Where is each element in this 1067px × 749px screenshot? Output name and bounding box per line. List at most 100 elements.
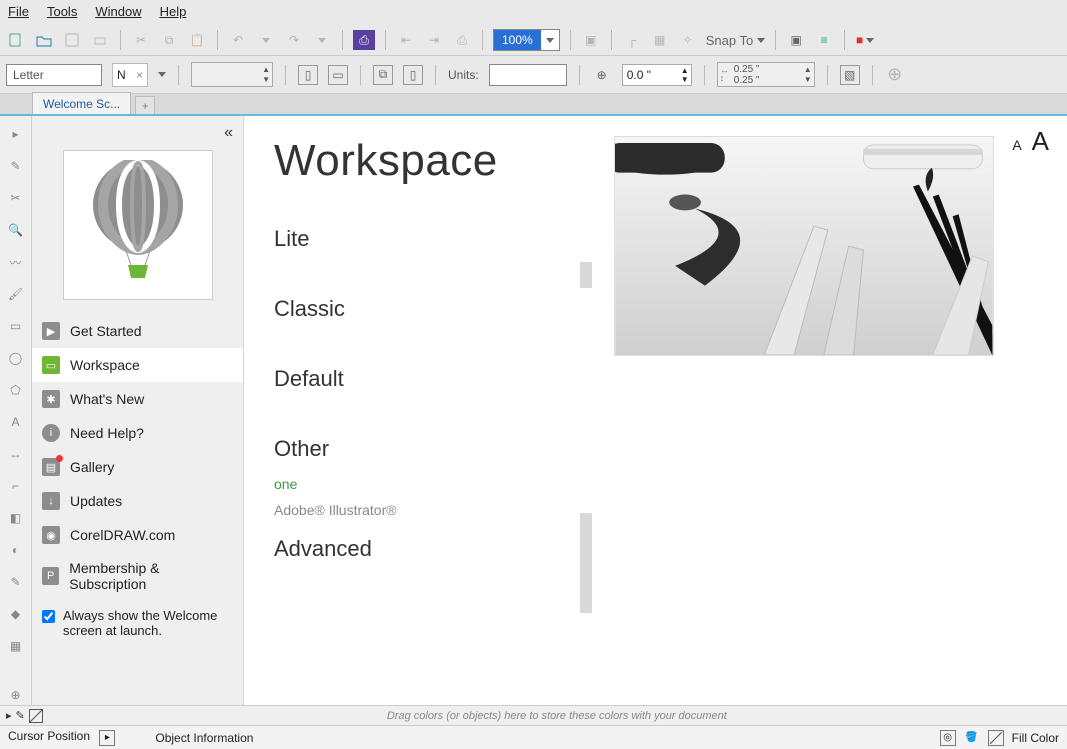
options-button[interactable]: ▣ [786,30,806,50]
balloon-icon [83,160,193,290]
freehand-tool[interactable]: 〰 [6,252,26,272]
workspace-option-one[interactable]: one [274,476,604,492]
welcome-sidebar: « ▶ Get Started ▭ Workspace ✱ What's New [32,116,244,705]
workspace-option-lite[interactable]: Lite [274,226,604,252]
print-button[interactable] [90,30,110,50]
undo-button[interactable]: ↶ [228,30,248,50]
import-button[interactable]: ⇤ [396,30,416,50]
portrait-button[interactable]: ▯ [298,65,318,85]
interactive-fill-tool[interactable]: ◆ [6,604,26,624]
polygon-tool[interactable]: ⬠ [6,380,26,400]
landscape-button[interactable]: ▭ [328,65,348,85]
artistic-media-tool[interactable]: 🖌 [6,284,26,304]
show-grid-button[interactable]: ▦ [650,30,670,50]
transparency-tool[interactable]: ◐ [6,540,26,560]
undo-dropdown[interactable] [256,30,276,50]
inline-floating-tab[interactable]: N× [112,63,148,87]
smart-fill-tool[interactable]: ▦ [6,636,26,656]
zoom-tool[interactable]: 🔍 [6,220,26,240]
open-doc-button[interactable] [34,30,54,50]
no-color-swatch[interactable] [29,709,43,723]
welcome-screen-button[interactable]: ■ [855,30,875,50]
fill-bucket-icon[interactable]: 🪣 [964,730,980,746]
show-guidelines-button[interactable]: ✧ [678,30,698,50]
workspace-option-classic[interactable]: Classic [274,296,604,322]
proof-colors-icon[interactable]: ◎ [940,730,956,746]
workspace-option-illustrator[interactable]: Adobe® Illustrator® [274,502,604,518]
ellipse-tool[interactable]: ◯ [6,348,26,368]
sidebar-item-label: Gallery [70,459,114,475]
menu-file[interactable]: File [8,4,29,19]
page-size-select[interactable]: Letter [6,64,102,86]
snap-to-dropdown[interactable]: Snap To [706,33,765,48]
menu-tools[interactable]: Tools [47,4,77,19]
connector-tool[interactable]: ⌐ [6,476,26,496]
all-pages-button[interactable]: ⧉ [373,65,393,85]
sidebar-item-gallery[interactable]: ▤ Gallery [32,450,243,484]
document-palette[interactable]: ▸ ✎ Drag colors (or objects) here to sto… [0,705,1067,725]
fullscreen-button[interactable]: ▣ [581,30,601,50]
sidebar-item-need-help[interactable]: i Need Help? [32,416,243,450]
crop-tool[interactable]: ✂ [6,188,26,208]
workspace-preview-column [604,116,1067,705]
menu-help[interactable]: Help [160,4,187,19]
palette-flyout-icon[interactable]: ▸ [6,709,12,723]
search-content-button[interactable]: ⎙ [353,30,375,50]
sidebar-item-whats-new[interactable]: ✱ What's New [32,382,243,416]
page-size-dropdown-icon[interactable] [158,72,166,77]
sidebar-item-membership[interactable]: P Membership & Subscription [32,552,243,600]
object-information-section[interactable]: Object Information [155,731,253,745]
sidebar-item-label: What's New [70,391,144,407]
publish-pdf-button[interactable]: ⎙ [452,30,472,50]
redo-button[interactable]: ↷ [284,30,304,50]
quick-customize-button[interactable]: ⊕ [6,685,26,705]
workspace-option-default[interactable]: Default [274,366,604,392]
new-doc-button[interactable] [6,30,26,50]
nudge-distance-field[interactable]: 0.0 " ▲ ▼ [622,64,692,86]
page-width-height-fields[interactable]: ▲ ▼ [191,62,273,87]
pick-tool[interactable]: ▸ [6,124,26,144]
sidebar-item-workspace[interactable]: ▭ Workspace [32,348,243,382]
scrollbar-thumb[interactable] [580,262,592,288]
parallel-dimension-tool[interactable]: ↔ [6,444,26,464]
app-launcher-button[interactable]: ≡ [814,30,834,50]
cut-button[interactable]: ✂ [131,30,151,50]
cursor-position-section[interactable]: Cursor Position ▸ [8,729,115,746]
zoom-level-select[interactable]: 100% [493,29,560,51]
color-eyedropper-tool[interactable]: ✎ [6,572,26,592]
sidebar-item-label: Need Help? [70,425,144,441]
treat-as-filled-button[interactable]: ▧ [840,65,860,85]
drop-shadow-tool[interactable]: ◧ [6,508,26,528]
current-page-button[interactable]: ▯ [403,65,423,85]
save-button[interactable] [62,30,82,50]
eyedropper-icon[interactable]: ✎ [16,709,25,723]
add-preset-button[interactable]: ⊕ [885,65,905,85]
collapse-sidebar-button[interactable]: « [32,116,243,142]
scrollbar-thumb[interactable] [580,513,592,613]
units-select[interactable] [489,64,567,86]
sidebar-item-coreldraw-com[interactable]: ◉ CorelDRAW.com [32,518,243,552]
nudge-icon: ⊕ [592,65,612,85]
page-title: Workspace [274,136,604,186]
welcome-screen-tab[interactable]: Welcome Sc... [32,92,131,114]
main-area: ▸ ✎ ✂ 🔍 〰 🖌 ▭ ◯ ⬠ A ↔ ⌐ ◧ ◐ ✎ ◆ ▦ ⊕ « [0,116,1067,705]
rectangle-tool[interactable]: ▭ [6,316,26,336]
sidebar-item-get-started[interactable]: ▶ Get Started [32,314,243,348]
fill-color-label[interactable]: Fill Color [1012,731,1059,745]
show-rulers-button[interactable]: ┌ [622,30,642,50]
paste-button[interactable]: 📋 [187,30,207,50]
no-fill-swatch[interactable] [988,730,1004,746]
sidebar-item-updates[interactable]: ↓ Updates [32,484,243,518]
download-icon: ↓ [42,492,60,510]
always-show-welcome-checkbox[interactable] [42,610,55,623]
copy-button[interactable]: ⧉ [159,30,179,50]
export-button[interactable]: ⇥ [424,30,444,50]
cursor-position-flyout-icon[interactable]: ▸ [99,730,115,746]
shape-tool[interactable]: ✎ [6,156,26,176]
duplicate-distance-fields[interactable]: 0.25 "0.25 " ↔ ↕ ▲ ▼ [717,62,815,87]
redo-dropdown[interactable] [312,30,332,50]
text-tool[interactable]: A [6,412,26,432]
new-document-tab-button[interactable]: + [135,96,155,114]
menu-window[interactable]: Window [95,4,141,19]
toolbox: ▸ ✎ ✂ 🔍 〰 🖌 ▭ ◯ ⬠ A ↔ ⌐ ◧ ◐ ✎ ◆ ▦ ⊕ [0,116,32,705]
